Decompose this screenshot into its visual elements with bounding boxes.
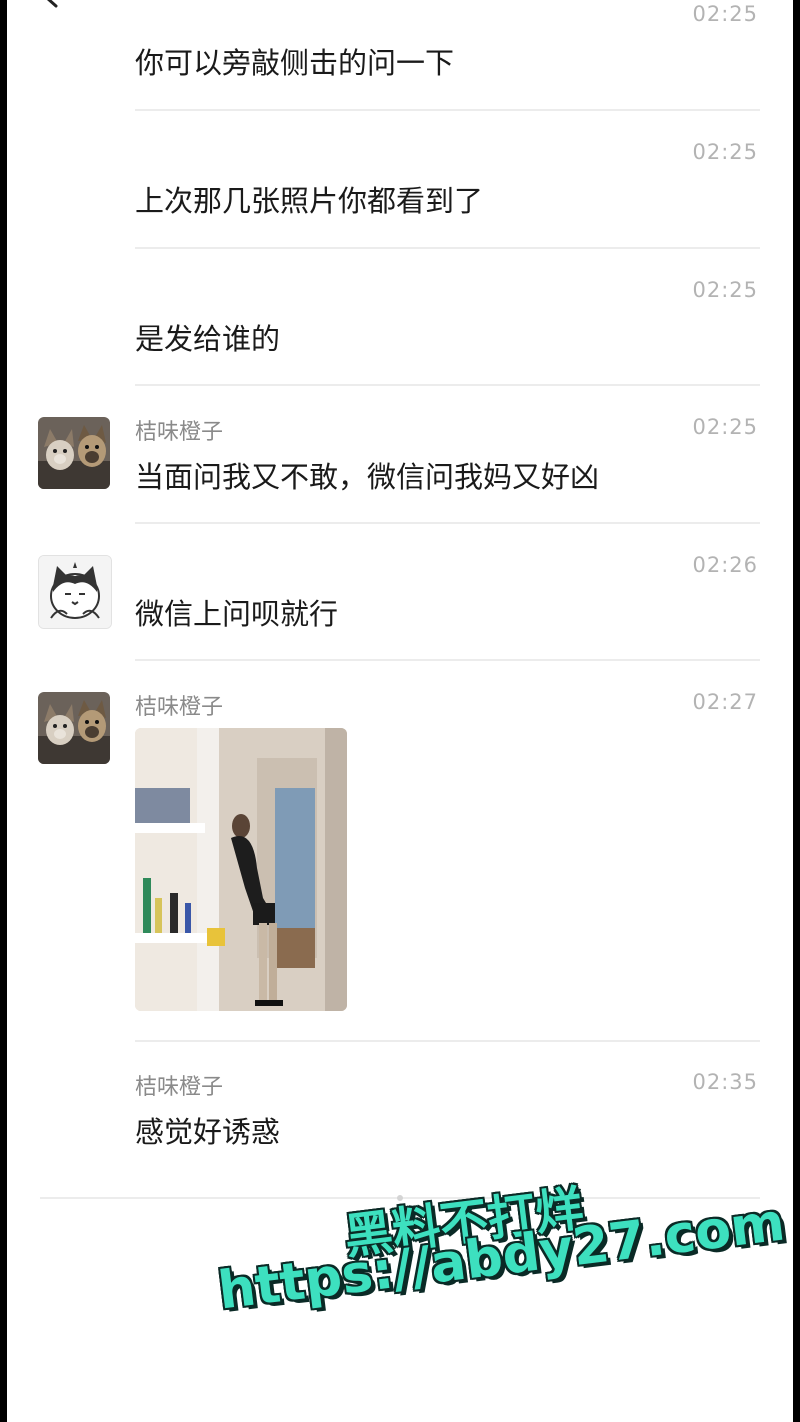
message-time: 02:35 [692,1070,758,1094]
frame-right-edge [793,0,800,1422]
message-time: 02:25 [692,2,758,26]
divider [135,109,760,111]
message-time: 02:25 [692,140,758,164]
sender-name: 桔味橙子 [135,695,224,720]
message-text[interactable]: 当面问我又不敢，微信问我妈又好凶 [135,454,599,496]
message-time: 02:27 [692,690,758,714]
photo-message[interactable] [135,728,347,1011]
message-text[interactable]: 感觉好诱惑 [135,1109,280,1151]
message-time: 02:26 [692,553,758,577]
divider [135,522,760,524]
divider [135,247,760,249]
cat-avatar[interactable] [38,555,112,629]
divider [135,384,760,386]
sender-name: 桔味橙子 [135,420,224,445]
sender-name: 桔味橙子 [135,1075,224,1100]
divider [135,659,760,661]
message-text[interactable]: 上次那几张照片你都看到了 [135,178,483,220]
message-text[interactable]: 你可以旁敲侧击的问一下 [135,40,454,82]
frame-left-edge [0,0,7,1422]
divider [135,1040,760,1042]
dogs-avatar[interactable] [38,417,110,489]
message-text[interactable]: 微信上问呗就行 [135,591,338,633]
back-arrow-icon[interactable] [34,0,58,10]
message-time: 02:25 [692,415,758,439]
message-time: 02:25 [692,278,758,302]
dogs-avatar[interactable] [38,692,110,764]
message-text[interactable]: 是发给谁的 [135,316,280,358]
